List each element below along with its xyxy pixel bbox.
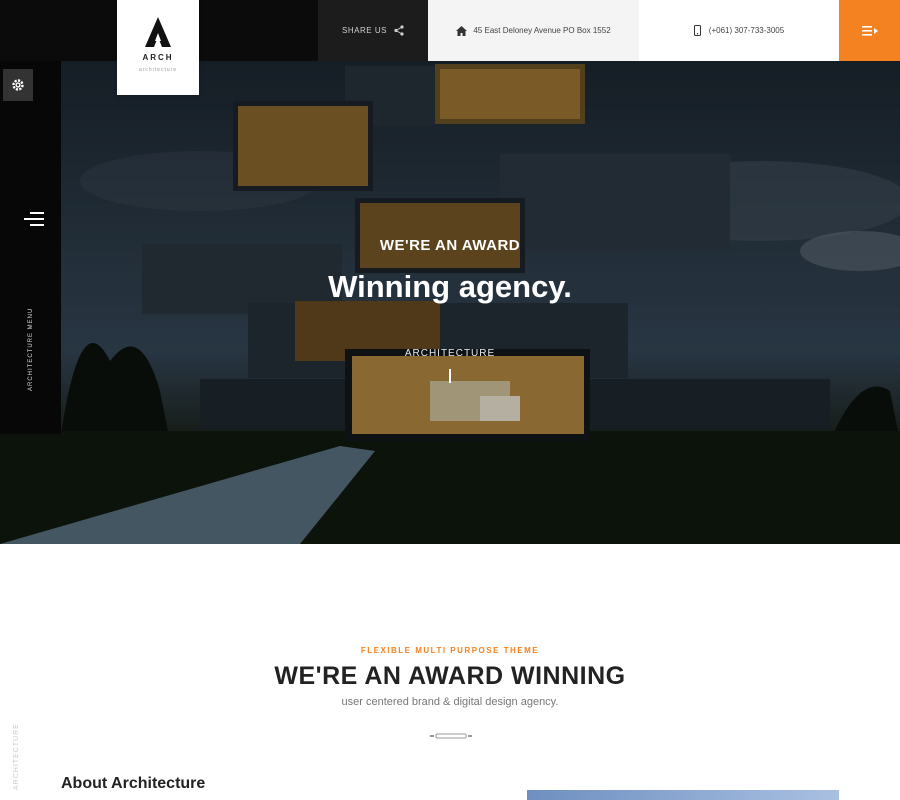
share-icon	[394, 25, 404, 36]
settings-button[interactable]	[3, 69, 33, 101]
about-heading: About Architecture	[61, 775, 206, 792]
section-title-wrapper: WE'RE AN AWARD WINNING	[0, 662, 900, 691]
phone-text: (+061) 307-733-3005	[708, 26, 785, 35]
share-button[interactable]: SHARE US	[318, 0, 428, 61]
hero-banner: WE'RE AN AWARD Winning agency. ARCHITECT…	[0, 61, 900, 544]
menu-icon	[861, 25, 878, 36]
hamburger-icon[interactable]	[24, 211, 44, 227]
hero-subtitle: ARCHITECTURE	[404, 348, 496, 359]
phone-icon	[693, 25, 701, 36]
logo-tagline: architecture	[138, 67, 178, 73]
section-divider-icon	[430, 733, 472, 739]
home-icon	[456, 25, 468, 36]
address-block[interactable]: 45 East Deloney Avenue PO Box 1552	[428, 0, 639, 61]
section-kicker: FLEXIBLE MULTI PURPOSE THEME	[360, 646, 540, 655]
about-image	[527, 790, 839, 800]
logo-name: ARCH	[142, 53, 174, 62]
side-vertical-label: ARCHITECTURE	[13, 723, 20, 790]
menu-button[interactable]	[839, 0, 900, 61]
side-rail: ARCHITECTURE MENU	[0, 61, 61, 434]
sidebar-vertical-label: ARCHITECTURE MENU	[28, 307, 34, 391]
logo-mark-icon	[145, 17, 171, 47]
gear-icon	[12, 79, 24, 91]
hero-title: Winning agency.	[328, 269, 572, 304]
site-logo[interactable]: ARCH architecture	[117, 0, 199, 95]
contact-info: 45 East Deloney Avenue PO Box 1552 (+061…	[428, 0, 839, 61]
phone-block[interactable]: (+061) 307-733-3005	[639, 0, 839, 61]
section-subtitle: user centered brand & digital design age…	[341, 696, 559, 708]
section-title: WE'RE AN AWARD WINNING	[266, 662, 634, 691]
hero-kicker: WE'RE AN AWARD	[379, 237, 521, 254]
hero-divider	[449, 369, 451, 383]
address-text: 45 East Deloney Avenue PO Box 1552	[473, 26, 611, 35]
share-label: SHARE US	[342, 26, 387, 35]
